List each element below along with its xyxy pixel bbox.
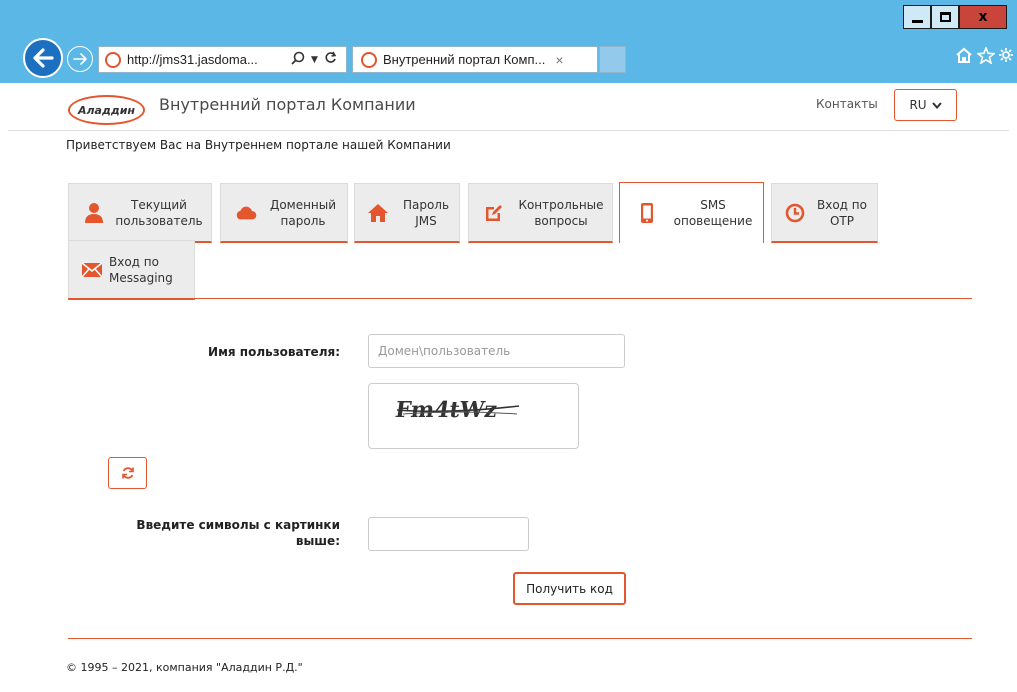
tab-otp-login[interactable]: Вход по OTP (771, 183, 878, 243)
tab-title: Внутренний портал Комп... (383, 52, 546, 67)
welcome-text: Приветствуем Вас на Внутреннем портале н… (66, 138, 451, 152)
tab-label: SMS оповещение (673, 198, 753, 228)
company-logo[interactable]: Аладдин (68, 95, 145, 125)
dropdown-icon[interactable]: ▼ (311, 55, 318, 65)
logo-text: Аладдин (77, 103, 136, 117)
address-bar[interactable]: http://jms31.jasdoma... ▼ (98, 46, 347, 73)
new-tab-button[interactable] (599, 46, 626, 73)
captcha-input[interactable] (368, 517, 529, 551)
header-divider (8, 130, 1009, 131)
tab-messaging-login[interactable]: Вход по Messaging (68, 240, 195, 300)
captcha-image: Fm4tWz (368, 383, 579, 449)
tab-label: Текущий пользователь (115, 197, 203, 228)
page-content: Аладдин Внутренний портал Компании Конта… (8, 83, 1009, 692)
get-code-label: Получить код (526, 581, 613, 596)
tabs-divider (68, 298, 972, 299)
tab-favicon-icon (361, 51, 377, 68)
site-favicon-icon (105, 51, 121, 68)
user-icon (83, 202, 105, 224)
language-label: RU (909, 98, 927, 112)
username-input[interactable]: Домен\пользователь (368, 334, 625, 368)
copyright-text: © 1995 – 2021, компания "Аладдин Р.Д." (66, 661, 303, 674)
chevron-down-icon (931, 101, 942, 109)
maximize-button[interactable] (931, 5, 959, 29)
home-icon (367, 202, 389, 224)
minimize-button[interactable] (903, 5, 931, 29)
refresh-icon[interactable] (324, 51, 337, 68)
browser-chrome: x http://jms31.jasdoma... ▼ Внутренний п… (0, 0, 1017, 83)
home-icon[interactable] (955, 47, 973, 69)
cloud-icon (235, 202, 257, 224)
forward-arrow-icon (73, 53, 87, 65)
contacts-link[interactable]: Контакты (816, 97, 878, 111)
footer-divider (68, 638, 972, 639)
search-icon[interactable] (291, 51, 305, 69)
tab-label: Доменный пароль (269, 197, 337, 228)
browser-tab-active[interactable]: Внутренний портал Комп... × (352, 46, 598, 73)
language-selector[interactable]: RU (894, 89, 957, 121)
back-arrow-icon (33, 48, 54, 68)
refresh-icon (121, 467, 134, 479)
close-window-button[interactable]: x (959, 5, 1007, 29)
tab-sms-notification[interactable]: SMS оповещение (619, 182, 764, 243)
tab-label: Пароль JMS (402, 197, 450, 228)
username-label: Имя пользователя: (208, 345, 340, 359)
gear-icon[interactable] (998, 47, 1014, 68)
url-text[interactable]: http://jms31.jasdoma... (127, 52, 285, 67)
captcha-refresh-button[interactable] (108, 457, 147, 489)
envelope-icon (81, 259, 103, 281)
tab-close-icon[interactable]: × (555, 52, 563, 68)
tab-label: Вход по Messaging (109, 254, 173, 285)
edit-icon (483, 202, 505, 224)
clock-icon (784, 202, 806, 224)
tab-current-user[interactable]: Текущий пользователь (68, 183, 212, 243)
captcha-label: Введите символы с картинки выше: (136, 518, 340, 548)
forward-button[interactable] (67, 46, 93, 72)
tab-domain-password[interactable]: Доменный пароль (220, 183, 348, 243)
get-code-button[interactable]: Получить код (513, 572, 626, 605)
username-placeholder: Домен\пользователь (378, 344, 511, 358)
tab-label: Вход по OTP (817, 197, 867, 228)
site-title: Внутренний портал Компании (159, 95, 416, 114)
tab-jms-password[interactable]: Пароль JMS (354, 183, 460, 243)
tab-label: Контрольные вопросы (518, 197, 604, 228)
mobile-icon (636, 202, 658, 224)
star-icon[interactable] (975, 45, 997, 69)
back-button[interactable] (23, 38, 63, 78)
tab-security-questions[interactable]: Контрольные вопросы (468, 183, 613, 243)
